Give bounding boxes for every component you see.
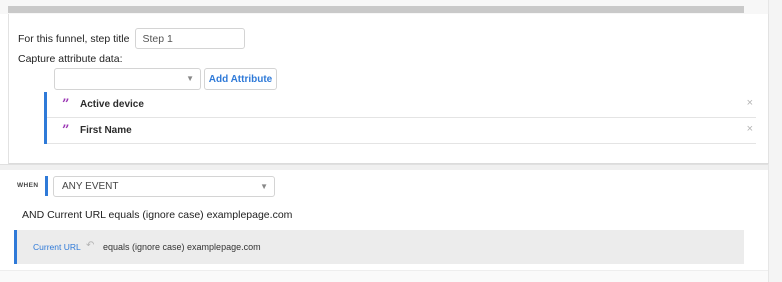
- section-divider: [0, 164, 768, 170]
- attribute-list: ” Active device × ” First Name ×: [44, 92, 756, 144]
- close-icon[interactable]: ×: [747, 123, 753, 135]
- event-select-value: ANY EVENT: [62, 181, 119, 192]
- when-accent-bar: [45, 176, 48, 196]
- scroll-rail[interactable]: [768, 0, 782, 282]
- bottom-edge: [0, 270, 768, 282]
- close-icon[interactable]: ×: [747, 97, 753, 109]
- step-title-input[interactable]: [135, 28, 246, 49]
- attribute-select[interactable]: ▼: [54, 68, 201, 90]
- filter-accent-bar: [14, 230, 17, 264]
- add-attribute-button[interactable]: Add Attribute: [204, 68, 277, 90]
- undo-icon[interactable]: ↶: [86, 240, 94, 251]
- event-select[interactable]: ANY EVENT ▼: [53, 176, 275, 197]
- when-label: WHEN: [17, 182, 39, 189]
- top-shadow: [8, 6, 744, 13]
- step-title-label: For this funnel, step title: [18, 32, 130, 45]
- capture-attribute-label: Capture attribute data:: [18, 53, 123, 65]
- filter-condition-text: equals (ignore case) examplepage.com: [103, 242, 261, 252]
- quote-icon: ”: [62, 123, 70, 138]
- top-bar: [0, 0, 782, 14]
- attribute-name: First Name: [80, 125, 132, 136]
- filter-field-link[interactable]: Current URL: [33, 242, 81, 252]
- chevron-down-icon: ▼: [186, 74, 194, 83]
- chevron-down-icon: ▼: [260, 182, 268, 191]
- attribute-row: ” First Name ×: [47, 118, 756, 144]
- filter-row[interactable]: Current URL ↶ equals (ignore case) examp…: [14, 230, 744, 264]
- condition-summary: AND Current URL equals (ignore case) exa…: [22, 209, 293, 221]
- quote-icon: ”: [62, 97, 70, 112]
- attribute-row: ” Active device ×: [47, 92, 756, 118]
- attribute-name: Active device: [80, 99, 144, 110]
- step-title-row: For this funnel, step title: [18, 28, 246, 49]
